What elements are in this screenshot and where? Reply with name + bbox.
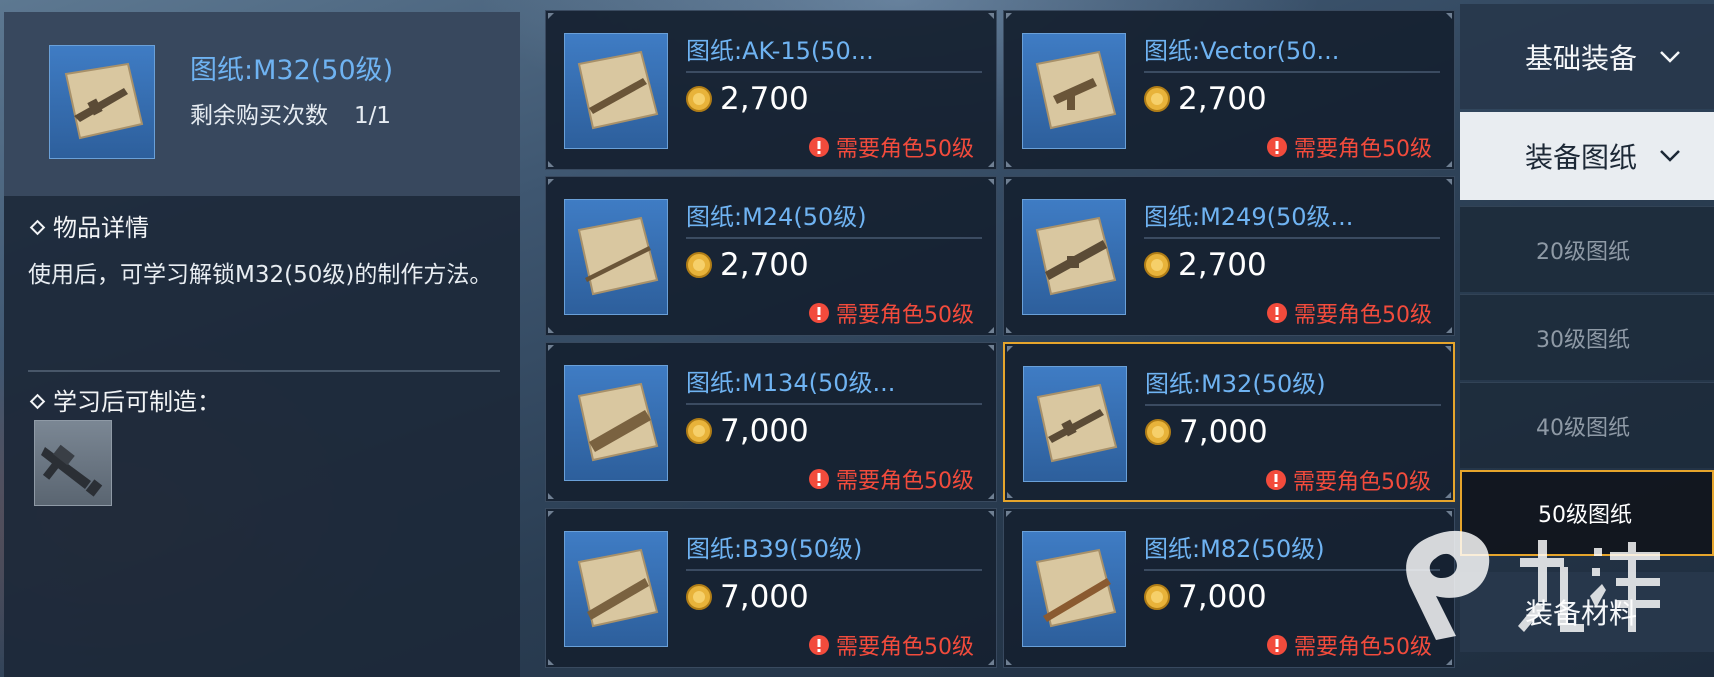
item-price: 7,000 <box>686 579 809 615</box>
category-label: 基础装备 <box>1525 41 1638 75</box>
gold-coin-icon <box>1145 419 1171 445</box>
gold-coin-icon <box>686 418 712 444</box>
blueprint-thumbnail <box>49 45 155 159</box>
remaining-count: 1/1 <box>354 103 392 129</box>
level-requirement: 需要角色50级 <box>1265 464 1431 496</box>
diamond-icon <box>29 393 46 410</box>
level-requirement: 需要角色50级 <box>808 463 974 495</box>
category-label: 装备图纸 <box>1525 141 1638 174</box>
detail-title: 图纸:M32(50级) <box>190 55 394 86</box>
item-name: 图纸:M24(50级) <box>686 203 867 231</box>
exclamation-icon <box>809 469 829 489</box>
exclamation-icon <box>1267 635 1287 655</box>
item-price: 7,000 <box>686 413 809 449</box>
exclamation-icon <box>1267 303 1287 323</box>
gold-coin-icon <box>1144 252 1170 278</box>
subcategory-level-40[interactable]: 40级图纸 <box>1460 382 1714 468</box>
item-name: 图纸:M249(50级... <box>1144 203 1354 231</box>
exclamation-icon <box>1267 137 1287 157</box>
item-description: 使用后，可学习解锁M32(50级)的制作方法。 <box>28 262 493 288</box>
blueprint-thumbnail <box>564 365 668 481</box>
chevron-down-icon <box>1660 50 1680 63</box>
level-requirement: 需要角色50级 <box>808 131 974 163</box>
detail-header: 图纸:M32(50级) 剩余购买次数 1/1 <box>4 12 520 196</box>
site-logo-watermark <box>1406 530 1660 640</box>
section-divider <box>28 370 500 372</box>
item-name: 图纸:M134(50级... <box>686 369 896 397</box>
exclamation-icon <box>809 303 829 323</box>
item-card-m249[interactable]: 图纸:M249(50级... 2,700 需要角色50级 <box>1003 176 1455 336</box>
blueprint-thumbnail <box>1022 199 1126 315</box>
category-basic-equipment[interactable]: 基础装备 <box>1460 4 1714 109</box>
gold-coin-icon <box>686 86 712 112</box>
diamond-icon <box>29 219 46 236</box>
item-price: 2,700 <box>686 81 809 117</box>
item-card-m82[interactable]: 图纸:M82(50级) 7,000 需要角色50级 <box>1003 508 1455 668</box>
item-name: 图纸:AK-15(50... <box>686 37 874 65</box>
item-price: 2,700 <box>686 247 809 283</box>
item-price: 2,700 <box>1144 81 1267 117</box>
item-price: 2,700 <box>1144 247 1267 283</box>
item-name: 图纸:B39(50级) <box>686 535 863 563</box>
item-card-b39[interactable]: 图纸:B39(50级) 7,000 需要角色50级 <box>545 508 997 668</box>
category-equipment-blueprints[interactable]: 装备图纸 <box>1460 112 1714 200</box>
item-details-heading: 物品详情 <box>28 208 149 243</box>
blueprint-thumbnail <box>564 33 668 149</box>
remaining-label: 剩余购买次数 <box>190 103 328 129</box>
gold-coin-icon <box>686 584 712 610</box>
item-card-m24[interactable]: 图纸:M24(50级) 2,700 需要角色50级 <box>545 176 997 336</box>
item-name: 图纸:M32(50级) <box>1145 370 1326 398</box>
item-detail-panel: 图纸:M32(50级) 剩余购买次数 1/1 物品详情 使用后，可学习解锁M32(… <box>4 12 520 677</box>
remaining-purchases: 剩余购买次数 1/1 <box>190 96 391 130</box>
item-card-ak15[interactable]: 图纸:AK-15(50... 2,700 需要角色50级 <box>545 10 997 170</box>
gold-coin-icon <box>686 252 712 278</box>
level-requirement: 需要角色50级 <box>808 629 974 661</box>
craftable-heading: 学习后可制造： <box>28 382 221 417</box>
exclamation-icon <box>809 635 829 655</box>
item-card-m32[interactable]: 图纸:M32(50级) 7,000 需要角色50级 <box>1003 342 1455 502</box>
gold-coin-icon <box>1144 584 1170 610</box>
gold-coin-icon <box>1144 86 1170 112</box>
level-requirement: 需要角色50级 <box>1266 297 1432 329</box>
level-requirement: 需要角色50级 <box>808 297 974 329</box>
level-requirement: 需要角色50级 <box>1266 131 1432 163</box>
item-name: 图纸:Vector(50... <box>1144 37 1340 65</box>
blueprint-thumbnail <box>1022 33 1126 149</box>
blueprint-thumbnail <box>1022 531 1126 647</box>
exclamation-icon <box>1266 470 1286 490</box>
chevron-down-icon <box>1660 150 1680 162</box>
item-card-m134[interactable]: 图纸:M134(50级... 7,000 需要角色50级 <box>545 342 997 502</box>
craftable-weapon-thumbnail[interactable] <box>34 420 112 506</box>
blueprint-grid: 图纸:AK-15(50... 2,700 需要角色50级 图纸:Vector(5… <box>545 10 1457 677</box>
blueprint-thumbnail <box>564 199 668 315</box>
exclamation-icon <box>809 137 829 157</box>
item-price: 7,000 <box>1144 579 1267 615</box>
subcategory-level-30[interactable]: 30级图纸 <box>1460 294 1714 380</box>
blueprint-thumbnail <box>1023 366 1127 482</box>
subcategory-level-20[interactable]: 20级图纸 <box>1460 206 1714 292</box>
item-price: 7,000 <box>1145 414 1268 450</box>
item-card-vector[interactable]: 图纸:Vector(50... 2,700 需要角色50级 <box>1003 10 1455 170</box>
blueprint-thumbnail <box>564 531 668 647</box>
